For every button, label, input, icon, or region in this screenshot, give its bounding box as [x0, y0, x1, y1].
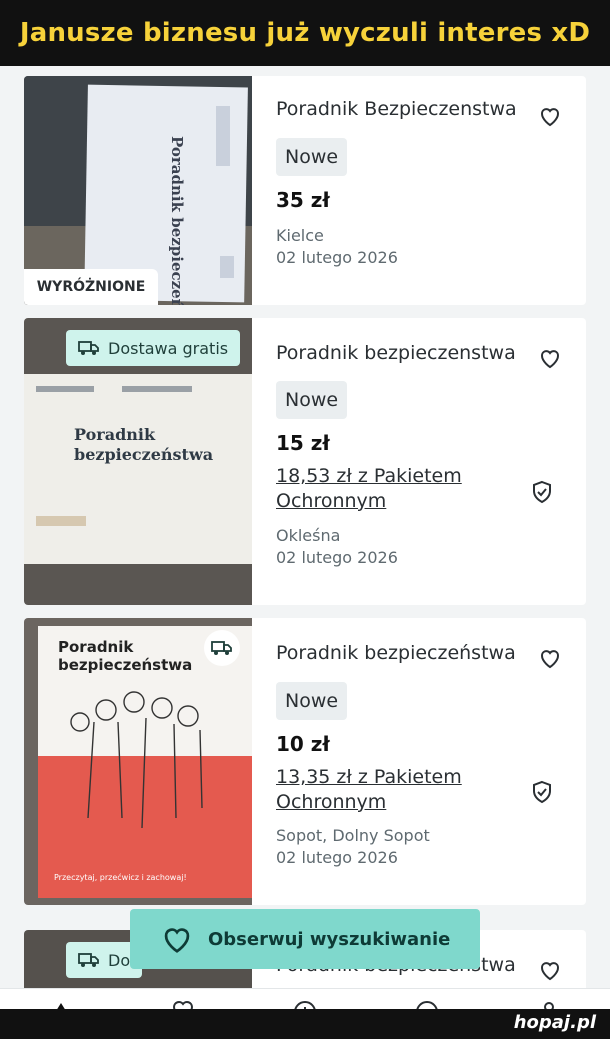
cover-title: Poradnik bezpieczeństwa — [168, 136, 186, 305]
listing-title[interactable]: Poradnik bezpieczenstwa — [276, 342, 516, 364]
condition-tag: Nowe — [276, 682, 348, 720]
listing-photo[interactable]: Poradnik bezpieczeństwa WYRÓŻNIONE — [24, 76, 252, 305]
follow-search-label: Obserwuj wyszukiwanie — [208, 928, 451, 950]
listing-price: 10 zł — [276, 732, 330, 756]
banner-text: Janusze biznesu już wyczuli interes xD — [19, 18, 591, 48]
cover-footer-text: Przeczytaj, przećwicz i zachowaj! — [54, 872, 187, 882]
featured-badge: WYRÓŻNIONE — [24, 269, 158, 305]
listing-location: Okleśna — [276, 526, 341, 545]
heart-icon[interactable] — [538, 646, 562, 670]
watermark-text: hopaj.pl — [513, 1012, 596, 1033]
listing-location: Kielce — [276, 226, 324, 245]
watermark-bar: hopaj.pl — [0, 1009, 610, 1039]
truck-icon — [78, 341, 99, 355]
heart-icon — [164, 928, 190, 953]
heart-icon[interactable] — [538, 346, 562, 370]
cover-title: bezpieczeństwa — [74, 445, 213, 464]
shield-check-icon — [533, 780, 551, 804]
cover-title: bezpieczeństwa — [58, 656, 192, 674]
listing-photo[interactable]: Poradnik bezpieczeństwa Przeczytaj, prze… — [24, 618, 252, 905]
shipping-indicator — [204, 630, 240, 666]
condition-tag: Nowe — [276, 381, 348, 419]
truck-icon — [78, 953, 99, 967]
protection-price-link[interactable]: 18,53 zł z Pakietem Ochronnym — [276, 464, 476, 514]
listing-price: 35 zł — [276, 188, 330, 212]
listing-card[interactable]: Poradnik bezpieczeństwa Dostawa gratis P… — [24, 318, 586, 605]
listing-title[interactable]: Poradnik Bezpieczenstwa — [276, 98, 517, 120]
condition-tag: Nowe — [276, 138, 348, 176]
follow-search-button[interactable]: Obserwuj wyszukiwanie — [130, 909, 480, 969]
listing-date: 02 lutego 2026 — [276, 248, 398, 267]
cover-title: Poradnik — [58, 638, 134, 656]
listing-card[interactable]: Poradnik bezpieczeństwa WYRÓŻNIONE Porad… — [24, 76, 586, 305]
listing-date: 02 lutego 2026 — [276, 548, 398, 567]
listing-card[interactable]: Poradnik bezpieczeństwa Przeczytaj, prze… — [24, 618, 586, 905]
listing-price: 15 zł — [276, 431, 330, 455]
meme-banner: Janusze biznesu już wyczuli interes xD — [0, 0, 610, 66]
shield-check-icon — [533, 480, 551, 504]
heart-icon[interactable] — [538, 958, 562, 982]
listing-photo[interactable]: Poradnik bezpieczeństwa Dostawa gratis — [24, 318, 252, 605]
protection-price-link[interactable]: 13,35 zł z Pakietem Ochronnym — [276, 765, 476, 815]
free-shipping-badge: Dostawa gratis — [66, 330, 241, 366]
listing-date: 02 lutego 2026 — [276, 848, 398, 867]
free-shipping-label: Dostawa gratis — [108, 338, 229, 358]
listing-location: Sopot, Dolny Sopot — [276, 826, 430, 845]
listing-title[interactable]: Poradnik bezpieczeństwa — [276, 642, 516, 664]
heart-icon[interactable] — [538, 104, 562, 128]
truck-icon — [211, 641, 232, 655]
cover-title: Poradnik — [74, 425, 156, 444]
free-shipping-label: Do — [108, 950, 131, 970]
